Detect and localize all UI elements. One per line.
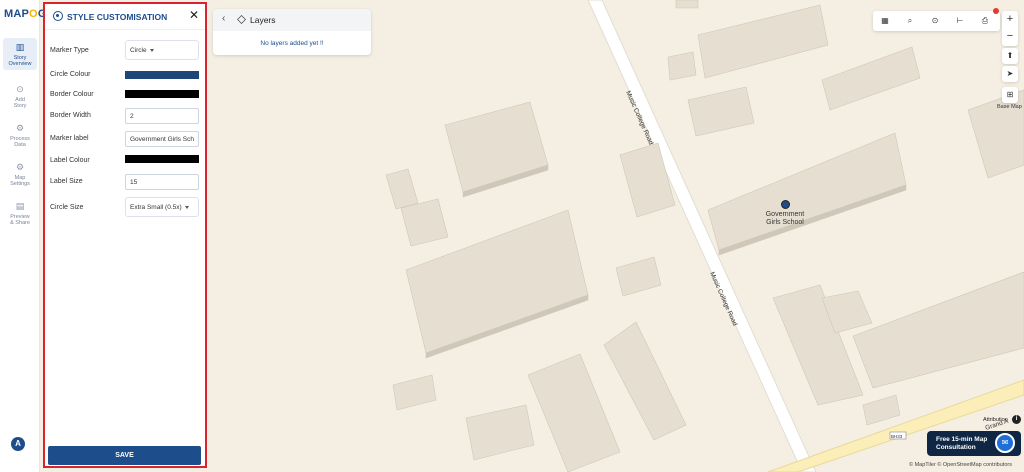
border-colour-label: Border Colour [50,91,94,98]
layers-card: ‹ Layers No layers added yet !! [213,9,371,55]
rail-item-map-settings[interactable]: ⚙ Map Settings [3,158,37,190]
map-toolbar: ▦ ⌕ ⊙ ⊢ ⎙ [873,8,1000,31]
map-basemap: Music College Road Music College Road Gr… [208,0,1024,472]
avatar[interactable]: A [11,437,25,451]
zoom-in-button[interactable]: + [1002,11,1018,28]
basemap-label: Base Map [997,104,1022,110]
compass-button[interactable]: ⬆ [1002,48,1018,64]
border-width-label: Border Width [50,112,91,119]
map-copyright: © MapTiler © OpenStreetMap contributors [909,462,1012,468]
map-list-icon[interactable]: ▦ [879,15,891,27]
settings-icon: ⚙ [15,162,25,172]
circle-size-select[interactable]: Extra Small (0.5x) [125,197,199,217]
road-shield-label: BH33 [891,434,903,439]
basemap-button[interactable]: ⊞ [1002,87,1018,103]
layers-icon [237,15,246,24]
marker-type-select[interactable]: Circle [125,40,199,60]
search-icon[interactable]: ⌕ [904,15,916,27]
pin-icon: ⊙ [16,84,24,94]
layers-title: Layers [250,15,276,25]
label-size-label: Label Size [50,178,83,185]
map-marker[interactable] [781,200,790,209]
info-icon[interactable]: i [1012,415,1021,424]
rail-item-add-story[interactable]: ⊙ Add Story [3,80,37,112]
panel-title: STYLE CUSTOMISATION [67,12,168,22]
label-size-input[interactable]: 15 [125,174,199,190]
marker-label-label: Marker label [50,135,89,142]
app-logo[interactable]: MAPOG [4,8,47,20]
rail-item-preview-share[interactable]: ▤ Preview & Share [3,197,37,229]
rail-item-process-data[interactable]: ⚙ Process Data [3,119,37,151]
style-customisation-panel: STYLE CUSTOMISATION ✕ Marker Type Circle… [43,2,207,468]
close-icon[interactable]: ✕ [189,9,199,21]
layers-header: ‹ Layers [213,9,371,31]
circle-colour-swatch[interactable] [125,71,199,79]
measure-icon[interactable]: ⊢ [954,15,966,27]
circle-colour-label: Circle Colour [50,71,91,78]
map-icon: ▥ [15,42,25,52]
label-colour-swatch[interactable] [125,155,199,163]
locate-button[interactable]: ➤ [1002,66,1018,82]
rail-item-story-overview[interactable]: ▥ Story Overview [3,38,37,70]
style-icon [53,11,63,21]
save-button[interactable]: SAVE [48,446,201,465]
marker-type-label: Marker Type [50,47,89,54]
border-width-input[interactable]: 2 [125,108,199,124]
zoom-controls: + − [1002,11,1018,46]
panel-header: STYLE CUSTOMISATION ✕ [45,4,205,30]
gear-icon: ⚙ [15,123,25,133]
nav-rail: MAPOG ▥ Story Overview ⊙ Add Story ⚙ Pro… [0,0,46,472]
zoom-out-button[interactable]: − [1002,28,1018,45]
preview-icon: ▤ [15,201,25,211]
circle-size-label: Circle Size [50,204,84,211]
map-canvas[interactable]: Music College Road Music College Road Gr… [208,0,1024,472]
location-pin-icon[interactable]: ⊙ [929,15,941,27]
marker-label: Government Girls School [765,211,805,226]
label-colour-label: Label Colour [50,157,90,164]
border-colour-swatch[interactable] [125,90,199,98]
notification-dot [993,8,999,14]
chevron-left-icon[interactable]: ‹ [222,13,225,24]
print-icon[interactable]: ⎙ [979,15,991,27]
marker-label-input[interactable]: Government Girls Sch [125,131,199,147]
layers-empty-message: No layers added yet !! [260,40,324,47]
chevron-down-icon [149,48,154,52]
chat-icon[interactable]: ✉ [995,433,1015,453]
attribution-label[interactable]: Attribution [983,417,1008,423]
chevron-down-icon [184,205,189,209]
